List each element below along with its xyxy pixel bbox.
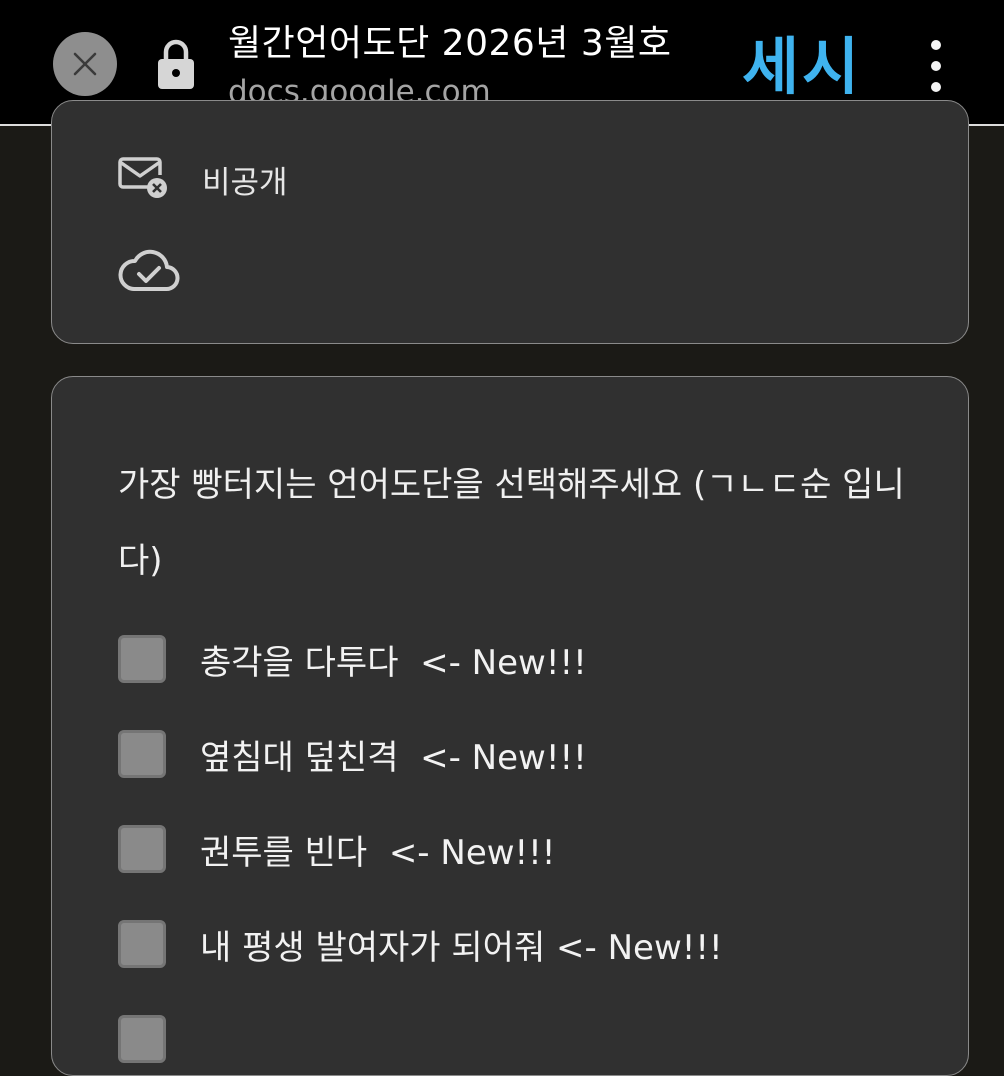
option-2[interactable]: 옆침대 덮친격 <- New!!! (118, 728, 587, 780)
private-label: 비공개 (202, 165, 288, 201)
more-vert-icon (931, 40, 941, 50)
brand-watermark: 세시 (742, 30, 863, 103)
checkbox[interactable] (118, 635, 166, 683)
lock-icon[interactable] (156, 38, 196, 90)
option-label: 내 평생 발여자가 되어줘 <- New!!! (200, 927, 723, 968)
close-icon (73, 52, 97, 76)
option-1[interactable]: 총각을 다투다 <- New!!! (118, 633, 587, 685)
close-button[interactable] (53, 32, 117, 96)
option-4[interactable]: 내 평생 발여자가 되어줘 <- New!!! (118, 918, 723, 970)
option-5[interactable] (118, 1013, 200, 1065)
question-title: 가장 빵터지는 언어도단을 선택해주세요 (ㄱㄴㄷ순 입니다) (118, 465, 905, 581)
page-title[interactable]: 월간언어도단 2026년 3월호 (228, 14, 672, 66)
more-menu-button[interactable] (916, 40, 956, 92)
checkbox[interactable] (118, 730, 166, 778)
option-label: 총각을 다투다 <- New!!! (200, 642, 587, 683)
option-3[interactable]: 권투를 빈다 <- New!!! (118, 823, 555, 875)
option-label: 권투를 빈다 <- New!!! (200, 832, 556, 873)
checkbox[interactable] (118, 1015, 166, 1063)
question-card: 가장 빵터지는 언어도단을 선택해주세요 (ㄱㄴㄷ순 입니다) 총각을 다투다 … (51, 376, 969, 1076)
checkbox[interactable] (118, 825, 166, 873)
form-status-card: 비공개 (51, 100, 969, 344)
option-label: 옆침대 덮친격 <- New!!! (200, 737, 587, 778)
mail-x-icon (118, 157, 167, 198)
cloud-check-icon (118, 249, 180, 291)
checkbox[interactable] (118, 920, 166, 968)
